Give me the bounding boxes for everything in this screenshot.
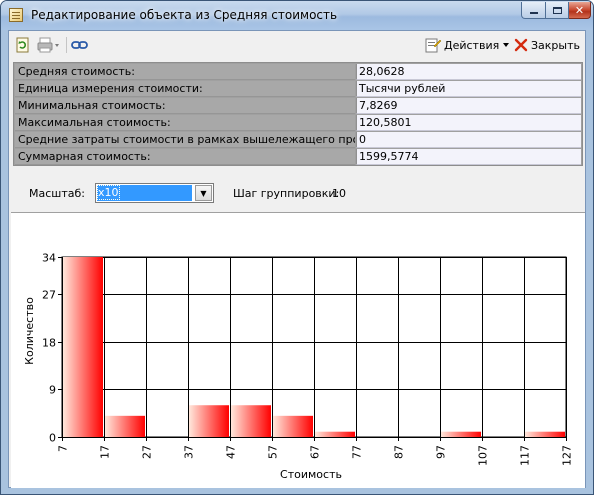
property-row: Максимальная стоимость: 120,5801 <box>15 115 581 132</box>
maximize-button[interactable] <box>546 2 569 19</box>
property-label: Минимальная стоимость: <box>15 98 355 114</box>
histogram-bar <box>315 431 355 437</box>
y-tick-label: 9 <box>49 384 56 397</box>
property-label: Средние затраты стоимости в рамках вышел… <box>15 132 355 148</box>
scale-select-text: x10 <box>97 185 120 200</box>
property-label: Средняя стоимость: <box>15 64 355 80</box>
property-value[interactable]: 0 <box>356 132 581 148</box>
histogram-bar <box>231 405 271 437</box>
property-grid: Средняя стоимость: 28,0628 Единица измер… <box>13 62 583 166</box>
actions-icon <box>425 38 441 53</box>
scale-panel: Масштаб: x10 ▼ Шаг группировки: 10 <box>11 173 585 210</box>
refresh-button[interactable] <box>15 36 31 54</box>
toolbar-separator <box>66 37 67 53</box>
x-tick-label: 17 <box>99 445 112 459</box>
histogram-bar <box>63 257 103 437</box>
toolbar: Действия Закрыть <box>9 31 585 59</box>
property-row: Средняя стоимость: 28,0628 <box>15 64 581 81</box>
link-icon <box>71 41 88 49</box>
window: Редактирование объекта из Средняя стоимо… <box>0 0 594 495</box>
close-button[interactable]: Закрыть <box>514 36 580 54</box>
scale-label: Масштаб: <box>29 187 85 200</box>
x-tick-label: 107 <box>477 445 490 466</box>
app-icon <box>9 8 23 22</box>
property-value[interactable]: Тысячи рублей <box>356 81 581 97</box>
histogram-bar <box>273 415 313 437</box>
close-icon: ✕ <box>574 3 585 17</box>
property-value[interactable]: 120,5801 <box>356 115 581 131</box>
x-tick-label: 67 <box>309 445 322 459</box>
property-row: Суммарная стоимость: 1599,5774 <box>15 149 581 166</box>
y-tick-label: 27 <box>42 289 56 302</box>
x-tick-label: 37 <box>183 445 196 459</box>
y-tick-label: 34 <box>42 252 56 265</box>
histogram-bar <box>189 405 229 437</box>
scale-select-value: x10 <box>97 185 192 201</box>
y-tick-label: 0 <box>49 432 56 445</box>
y-tick-label: 18 <box>42 337 56 350</box>
close-label: Закрыть <box>531 38 580 52</box>
maximize-icon <box>552 6 562 14</box>
group-step-label: Шаг группировки: <box>233 187 340 200</box>
property-value[interactable]: 7,8269 <box>356 98 581 114</box>
actions-menu-button[interactable]: Действия <box>425 36 510 54</box>
property-value[interactable]: 28,0628 <box>356 64 581 80</box>
print-button[interactable] <box>37 36 61 54</box>
histogram-svg: 0 9 18 27 34 7 17 27 37 47 57 67 77 87 97 107 117 127 Сто… <box>23 252 574 482</box>
x-axis-label: Стоимость <box>280 468 342 481</box>
chevron-down-icon <box>503 43 510 47</box>
x-tick-label: 47 <box>225 445 238 459</box>
property-value[interactable]: 1599,5774 <box>356 149 581 165</box>
property-label: Единица измерения стоимости: <box>15 81 355 97</box>
close-x-icon <box>514 38 528 52</box>
property-row: Средние затраты стоимости в рамках вышел… <box>15 132 581 149</box>
actions-label: Действия <box>444 38 500 52</box>
histogram-bar <box>525 431 565 437</box>
refresh-icon <box>16 37 29 53</box>
property-label: Суммарная стоимость: <box>15 149 355 165</box>
client-area: Действия Закрыть Средняя стоимость: 28,0… <box>8 30 586 488</box>
x-tick-label: 97 <box>435 445 448 459</box>
group-step-value: 10 <box>332 187 346 200</box>
window-close-button[interactable]: ✕ <box>569 2 591 19</box>
window-title: Редактирование объекта из Средняя стоимо… <box>31 8 338 22</box>
scale-select[interactable]: x10 ▼ <box>95 183 214 203</box>
x-tick-label: 77 <box>351 445 364 459</box>
dropdown-arrow-icon[interactable]: ▼ <box>195 185 212 201</box>
property-label: Максимальная стоимость: <box>15 115 355 131</box>
property-row: Минимальная стоимость: 7,8269 <box>15 98 581 115</box>
x-tick-label: 27 <box>141 445 154 459</box>
print-icon <box>37 37 59 53</box>
property-row: Единица измерения стоимости: Тысячи рубл… <box>15 81 581 98</box>
minimize-icon <box>529 12 538 14</box>
y-axis-label: Количество <box>23 297 36 365</box>
x-tick-label: 57 <box>267 445 280 459</box>
x-tick-label: 127 <box>561 445 574 466</box>
histogram-bar <box>105 415 145 437</box>
histogram-chart: 0 9 18 27 34 7 17 27 37 47 57 67 77 87 97 107 117 127 Сто… <box>11 212 585 488</box>
minimize-button[interactable] <box>521 2 546 19</box>
x-tick-label: 7 <box>57 445 70 452</box>
link-button[interactable] <box>71 36 89 54</box>
x-tick-label: 117 <box>519 445 532 466</box>
x-tick-label: 87 <box>393 445 406 459</box>
title-bar[interactable]: Редактирование объекта из Средняя стоимо… <box>1 1 593 30</box>
histogram-bar <box>441 431 481 437</box>
